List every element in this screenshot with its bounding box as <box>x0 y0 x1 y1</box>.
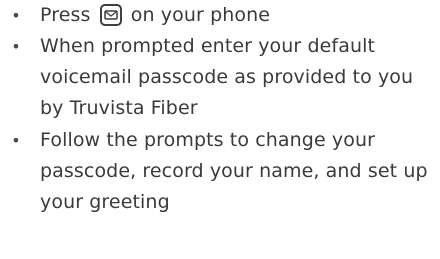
instruction-list: • Press on your phone • When prompted en… <box>0 0 440 218</box>
instruction-text: When prompted enter your default voicema… <box>40 35 414 119</box>
bullet: • <box>11 131 21 150</box>
bullet: • <box>11 37 21 56</box>
instruction-text: Follow the prompts to change your passco… <box>40 129 428 213</box>
voicemail-envelope-icon <box>99 4 122 26</box>
instruction-item-follow-prompts: • Follow the prompts to change your pass… <box>0 125 440 218</box>
instruction-text-after-icon: on your phone <box>130 4 271 26</box>
instruction-item-press-key: • Press on your phone <box>0 0 440 31</box>
instruction-item-enter-passcode: • When prompted enter your default voice… <box>0 31 440 124</box>
bullet: • <box>11 6 21 25</box>
instruction-text-before-icon: Press <box>40 4 91 26</box>
